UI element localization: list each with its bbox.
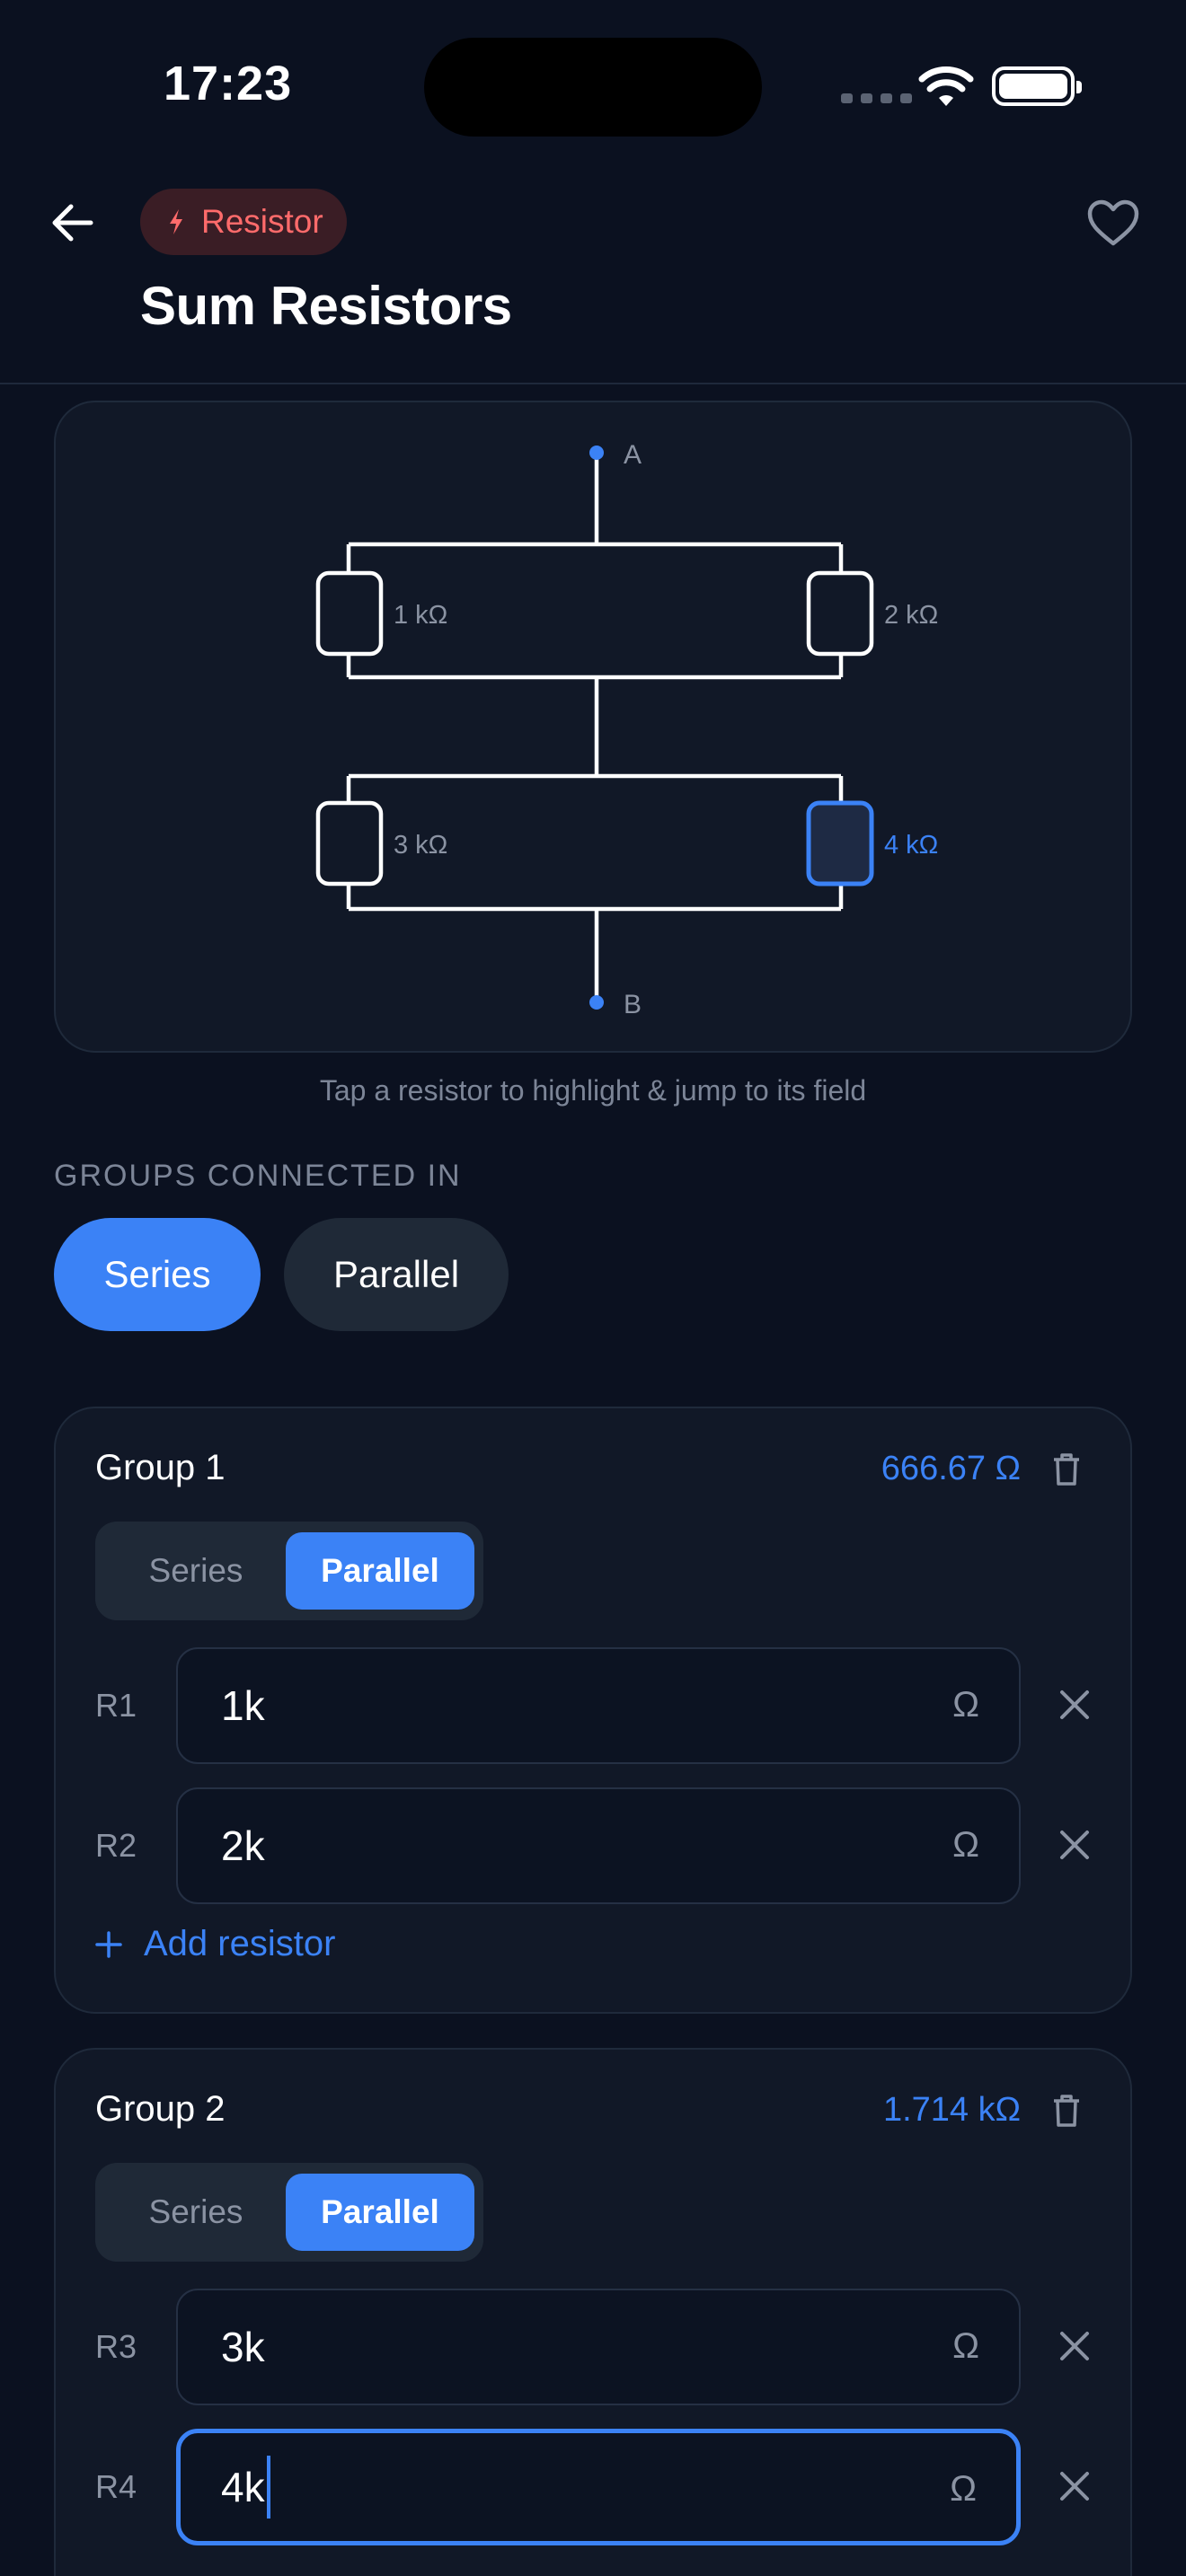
group-name: Group 1 — [95, 1448, 226, 1487]
close-icon — [1060, 1690, 1089, 1719]
resistor-value: 1k — [221, 1682, 265, 1729]
resistor-r3-input[interactable]: 3k Ω — [176, 2289, 1021, 2405]
unit-label: Ω — [952, 1825, 979, 1865]
close-icon — [1060, 2332, 1089, 2360]
resistor-r4-highlighted[interactable]: 4 kΩ — [806, 800, 938, 887]
circuit-diagram: A B 1 kΩ 2 kΩ 3 kΩ 4 kΩ — [54, 401, 1132, 1053]
group-total: 666.67 Ω — [881, 1450, 1021, 1487]
diagram-hint: Tap a resistor to highlight & jump to it… — [319, 1074, 867, 1107]
unit-label: Ω — [952, 1685, 979, 1725]
arrow-left-icon — [52, 204, 93, 242]
resistor-r4-input[interactable]: 4k Ω — [176, 2429, 1021, 2545]
delete-group-button[interactable] — [1044, 2086, 1089, 2136]
group-card-2: Group 2 1.714 kΩ Series Parallel R3 3k Ω — [54, 2048, 1132, 2576]
unit-label: Ω — [950, 2469, 977, 2509]
resistor-value: 3k — [221, 2324, 265, 2370]
add-resistor-label: Add resistor — [144, 1924, 336, 1963]
resistor-r1-input[interactable]: 1k Ω — [176, 1647, 1021, 1764]
group-mode-parallel-option[interactable]: Parallel — [286, 2174, 474, 2251]
category-chip: Resistor — [140, 189, 347, 255]
remove-resistor-button[interactable] — [1048, 2319, 1102, 2373]
heart-icon — [1087, 199, 1139, 246]
circuit-diagram-svg: A B 1 kΩ 2 kΩ 3 kΩ 4 kΩ — [315, 440, 938, 1019]
wifi-icon — [918, 66, 974, 106]
resistor-r4-label: 4 kΩ — [884, 831, 938, 860]
resistor-label: R4 — [95, 2468, 137, 2505]
close-icon — [1060, 1831, 1089, 1859]
resistor-r3[interactable]: 3 kΩ — [315, 800, 447, 887]
group-mode-segmented-control: Series Parallel — [95, 1522, 483, 1620]
header-divider — [0, 383, 1186, 384]
favorite-button[interactable] — [1080, 192, 1146, 253]
resistor-r2-label: 2 kΩ — [884, 601, 938, 630]
node-b-label: B — [624, 990, 642, 1019]
resistor-row-r4: R4 4k Ω — [56, 2429, 1134, 2545]
cellular-signal-icon — [841, 93, 912, 103]
resistor-r2-input[interactable]: 2k Ω — [176, 1787, 1021, 1904]
resistor-r1[interactable]: 1 kΩ — [315, 570, 447, 657]
group-total: 1.714 kΩ — [882, 2091, 1021, 2129]
dynamic-island — [424, 38, 762, 137]
remove-resistor-button[interactable] — [1048, 1818, 1102, 1872]
unit-label: Ω — [952, 2326, 979, 2366]
resistor-label: R2 — [95, 1827, 137, 1864]
resistor-label: R1 — [95, 1687, 137, 1724]
add-resistor-button[interactable]: Add resistor — [95, 1924, 335, 1964]
group-mode-parallel-option[interactable]: Parallel — [286, 1532, 474, 1610]
resistor-r3-label: 3 kΩ — [394, 831, 447, 860]
resistor-value: 4k — [221, 2464, 265, 2510]
page-title: Sum Resistors — [140, 276, 512, 336]
resistor-r1-label: 1 kΩ — [394, 601, 447, 630]
resistor-r2[interactable]: 2 kΩ — [806, 570, 938, 657]
connection-series-button[interactable]: Series — [54, 1218, 261, 1331]
trash-icon — [1054, 2095, 1079, 2127]
delete-group-button[interactable] — [1044, 1444, 1089, 1495]
group-mode-segmented-control: Series Parallel — [95, 2163, 483, 2262]
group-name: Group 2 — [95, 2089, 226, 2129]
trash-icon — [1054, 1453, 1079, 1486]
lightning-icon — [170, 209, 182, 234]
resistor-row-r2: R2 2k Ω — [56, 1787, 1134, 1904]
node-b-terminal — [589, 995, 604, 1010]
groups-connection-label: GROUPS CONNECTED IN — [54, 1159, 462, 1193]
group-mode-series-option[interactable]: Series — [106, 2174, 286, 2251]
resistor-label: R3 — [95, 2328, 137, 2365]
back-button[interactable] — [41, 192, 102, 253]
group-card-1: Group 1 666.67 Ω Series Parallel R1 1k Ω — [54, 1407, 1132, 2014]
text-caret — [266, 2456, 270, 2519]
connection-parallel-button[interactable]: Parallel — [284, 1218, 509, 1331]
plus-icon — [95, 1930, 122, 1958]
resistor-row-r1: R1 1k Ω — [56, 1647, 1134, 1764]
resistor-value: 2k — [221, 1822, 265, 1869]
node-a-terminal — [589, 446, 604, 460]
chip-label: Resistor — [201, 203, 323, 240]
group-mode-series-option[interactable]: Series — [106, 1532, 286, 1610]
node-a-label: A — [624, 440, 642, 470]
resistor-row-r3: R3 3k Ω — [56, 2289, 1134, 2405]
status-time: 17:23 — [164, 57, 293, 110]
remove-resistor-button[interactable] — [1048, 1678, 1102, 1732]
screen: 17:23 Resistor Sum Resistors A B 1 kΩ 2 … — [0, 0, 1186, 2576]
close-icon — [1060, 2472, 1089, 2501]
remove-resistor-button[interactable] — [1048, 2459, 1102, 2513]
battery-icon — [992, 66, 1082, 106]
